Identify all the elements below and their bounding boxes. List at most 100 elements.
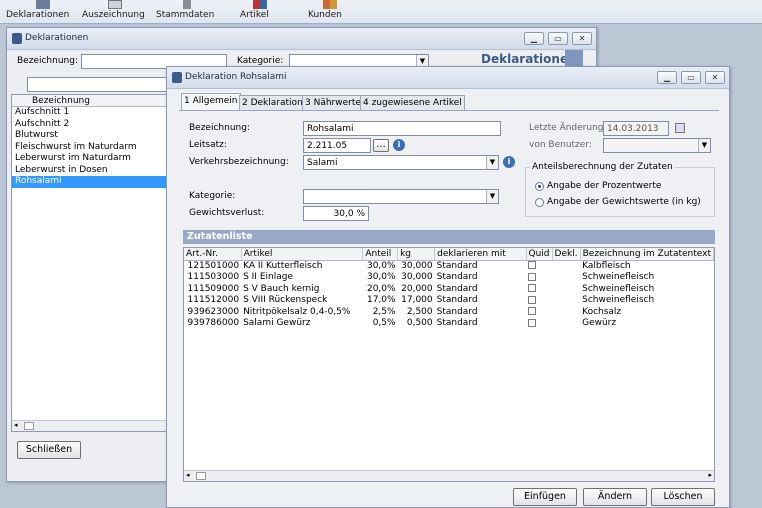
list-item[interactable]: Leberwurst in Dosen — [12, 165, 168, 177]
sales-name-value: Salami — [307, 158, 338, 168]
decl-cell — [552, 284, 580, 296]
share-cell: 17,0% — [366, 295, 396, 305]
col-ingredient-text[interactable]: Bezeichnung im Zutatentext — [580, 248, 714, 261]
list-item[interactable]: Aufschnitt 2 — [12, 119, 168, 131]
window-title: Deklarationen — [25, 33, 89, 43]
list-column-header[interactable]: Bezeichnung — [12, 95, 168, 107]
guideline-input[interactable]: 2.211.05 — [303, 138, 371, 153]
tab-naehrwerte[interactable]: 3 Nährwerte — [302, 95, 364, 111]
tab-allgemein[interactable]: 1 Allgemein — [181, 93, 241, 111]
edit-button[interactable]: Ändern — [583, 488, 647, 506]
toolbar-master-data-button[interactable]: Stammdaten — [156, 0, 218, 24]
quid-checkbox[interactable] — [526, 307, 552, 319]
name-input[interactable]: Rohsalami — [303, 121, 501, 136]
share-cell: 2,5% — [372, 306, 396, 317]
ingredient-text-cell: Gewürz — [582, 318, 617, 328]
close-button[interactable]: ✕ — [705, 71, 725, 84]
declare-with-cell: Standard — [436, 295, 478, 305]
table-row[interactable]: 111503000 S II Einlage 30,0% 30,000 Standard… — [184, 272, 714, 284]
col-decl[interactable]: Dekl. — [552, 248, 581, 261]
col-quid[interactable]: Quid — [526, 248, 553, 261]
weight-radio[interactable] — [535, 198, 544, 207]
art-nr-cell: 939623000 — [187, 306, 240, 317]
category-label: Kategorie: — [237, 56, 284, 66]
ingredients-header: Zutatenliste — [183, 230, 715, 244]
art-nr-cell: 111512000 — [187, 295, 240, 305]
quid-checkbox[interactable] — [526, 295, 552, 307]
art-nr-cell: 121501000 — [187, 260, 240, 271]
ingredient-text-cell: Kalbfleisch — [582, 260, 631, 271]
checkbox[interactable] — [528, 261, 537, 269]
list-item[interactable]: Aufschnitt 1 — [12, 107, 168, 119]
ingredient-text-cell: Schweinefleisch — [582, 283, 655, 294]
browse-button[interactable]: … — [373, 139, 389, 152]
toolbar-article-button[interactable]: Artikel — [240, 0, 280, 24]
share-cell: 30,0% — [366, 272, 396, 282]
article-cell: Salami Gewürz — [243, 318, 311, 328]
col-kg[interactable]: kg — [397, 248, 436, 261]
sales-name-select[interactable]: Salami ▼ — [303, 155, 499, 170]
col-declare-with[interactable]: deklarieren mit — [434, 248, 527, 261]
insert-button[interactable]: Einfügen — [513, 488, 577, 506]
list-item[interactable]: Blutwurst — [12, 130, 168, 142]
table-row[interactable]: 939786000 Salami Gewürz 0,5% 0,500 Standard G… — [184, 318, 714, 330]
checkbox[interactable] — [528, 272, 537, 281]
article-cell: S VIII Rückenspeck — [243, 295, 328, 305]
section-header: Deklarationen — [481, 52, 577, 66]
article-cell: S II Einlage — [243, 272, 293, 282]
toolbar-customers-button[interactable]: Kunden — [308, 0, 352, 24]
toolbar-declarations-button[interactable]: Deklarationen — [6, 0, 80, 24]
maximize-button[interactable]: ▭ — [681, 71, 701, 84]
decl-cell — [552, 318, 580, 330]
weight-loss-input[interactable]: 30,0 % — [303, 206, 369, 221]
toolbar-labeling-button[interactable]: Auszeichnung — [82, 0, 148, 24]
quid-checkbox[interactable] — [526, 284, 552, 296]
horizontal-scrollbar[interactable]: ◂ — [12, 420, 168, 431]
tab-deklaration[interactable]: 2 Deklaration — [239, 95, 306, 111]
share-cell: 0,5% — [372, 318, 396, 328]
table-row[interactable]: 111512000 S VIII Rückenspeck 17,0% 17,000 St… — [184, 295, 714, 307]
decl-cell — [552, 295, 580, 307]
list-item[interactable]: Fleischwurst im Naturdarm — [12, 142, 168, 154]
tab-zugewiesene-artikel[interactable]: 4 zugewiesene Artikel — [360, 95, 465, 111]
quid-checkbox[interactable] — [526, 272, 552, 284]
table-row[interactable]: 121501000 KA II Kutterfleisch 30,0% 30,000 S… — [184, 260, 714, 272]
declare-with-cell: Standard — [436, 306, 478, 317]
list-item-selected[interactable]: Rohsalami — [12, 176, 168, 188]
table-row[interactable]: 939623000 Nitritpökelsalz 0,4-0,5% 2,5% 2,5… — [184, 307, 714, 319]
checkbox[interactable] — [528, 307, 537, 315]
quid-checkbox[interactable] — [526, 318, 552, 330]
close-button[interactable]: ✕ — [572, 32, 592, 45]
list-item[interactable]: Leberwurst im Naturdarm — [12, 153, 168, 165]
guideline-label: Leitsatz: — [189, 140, 227, 150]
close-list-button[interactable]: Schließen — [17, 441, 81, 459]
checkbox[interactable] — [528, 318, 537, 327]
master-data-icon — [183, 0, 191, 9]
horizontal-scrollbar[interactable]: ◂ ▸ — [184, 470, 714, 481]
art-nr-cell: 939786000 — [187, 318, 240, 328]
delete-button[interactable]: Löschen — [651, 488, 715, 506]
info-icon[interactable]: i — [503, 156, 515, 168]
dialog-title: Deklaration Rohsalami — [185, 72, 287, 82]
declare-with-cell: Standard — [436, 260, 478, 271]
checkbox[interactable] — [528, 284, 537, 292]
kg-cell: 17,000 — [401, 295, 433, 305]
col-art-nr[interactable]: Art.-Nr. — [184, 248, 242, 261]
maximize-button[interactable]: ▭ — [548, 32, 568, 45]
calendar-icon[interactable] — [675, 123, 685, 133]
category-select[interactable]: ▼ — [303, 189, 499, 204]
checkbox[interactable] — [528, 295, 537, 304]
share-calculation-group — [525, 167, 715, 217]
quid-checkbox[interactable] — [526, 260, 552, 272]
percent-radio[interactable] — [535, 182, 544, 191]
scroll-thumb[interactable] — [196, 472, 206, 480]
col-share[interactable]: Anteil — [362, 248, 399, 261]
scroll-left-icon: ◂ — [186, 471, 190, 479]
minimize-button[interactable]: ▁ — [524, 32, 544, 45]
scroll-thumb[interactable] — [24, 422, 34, 430]
minimize-button[interactable]: ▁ — [657, 71, 677, 84]
info-icon[interactable]: i — [393, 139, 405, 151]
table-row[interactable]: 111509000 S V Bauch kernig 20,0% 20,000 Stan… — [184, 284, 714, 296]
filter-input[interactable] — [27, 77, 173, 92]
col-article[interactable]: Artikel — [241, 248, 364, 261]
